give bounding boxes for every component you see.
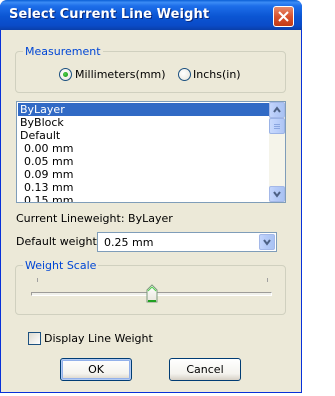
thumb-grip: [274, 124, 280, 125]
dialog-window: Select Current Line Weight Measurement M…: [0, 0, 302, 393]
list-item-byblock[interactable]: ByBlock: [18, 116, 269, 129]
display-line-weight-label[interactable]: Display Line Weight: [44, 332, 153, 345]
slider-tick: [37, 278, 38, 282]
close-button[interactable]: [273, 6, 294, 27]
current-lineweight-label: Current Lineweight: ByLayer: [16, 212, 173, 225]
list-item-0-09mm[interactable]: 0.09 mm: [18, 168, 269, 181]
scroll-down-button[interactable]: [269, 186, 285, 202]
default-weight-label: Default weight: [16, 235, 97, 248]
scroll-up-button[interactable]: [269, 102, 285, 118]
chevron-down-icon: [263, 239, 271, 246]
thumb-grip: [274, 128, 280, 129]
list-item-bylayer[interactable]: ByLayer: [18, 103, 269, 116]
display-line-weight-checkbox[interactable]: [28, 332, 41, 345]
slider-tick: [267, 278, 268, 282]
close-icon: [278, 11, 289, 22]
list-item-0-13mm[interactable]: 0.13 mm: [18, 181, 269, 194]
inches-radio[interactable]: [178, 68, 191, 81]
title-bar[interactable]: Select Current Line Weight: [0, 0, 302, 30]
list-vertical-scrollbar[interactable]: [269, 102, 285, 202]
chevron-up-icon: [273, 106, 281, 113]
cancel-button[interactable]: Cancel: [169, 358, 241, 381]
chevron-down-icon: [273, 191, 281, 198]
weight-scale-legend: Weight Scale: [23, 259, 99, 272]
list-item-default[interactable]: Default: [18, 129, 269, 142]
lineweight-listbox[interactable]: ByLayer ByBlock Default 0.00 mm 0.05 mm …: [16, 101, 286, 203]
list-item-0-00mm[interactable]: 0.00 mm: [18, 142, 269, 155]
list-item-0-15mm[interactable]: 0.15 mm: [18, 194, 269, 202]
lineweight-list-items: ByLayer ByBlock Default 0.00 mm 0.05 mm …: [18, 103, 269, 202]
default-weight-value: 0.25 mm: [104, 236, 154, 249]
default-weight-dropdown-button[interactable]: [259, 234, 275, 250]
radio-selected-dot: [63, 72, 68, 77]
default-weight-select[interactable]: 0.25 mm: [97, 232, 277, 252]
list-item-0-05mm[interactable]: 0.05 mm: [18, 155, 269, 168]
dialog-title: Select Current Line Weight: [9, 7, 210, 22]
millimeters-radio-label[interactable]: Millimeters(mm): [75, 68, 166, 81]
ok-button[interactable]: OK: [60, 358, 132, 381]
inches-radio-label[interactable]: Inchs(in): [193, 68, 241, 81]
thumb-grip: [274, 126, 280, 127]
scroll-thumb[interactable]: [269, 118, 285, 134]
millimeters-radio[interactable]: [59, 68, 72, 81]
weight-scale-slider-thumb[interactable]: [146, 284, 158, 304]
measurement-legend: Measurement: [23, 45, 103, 58]
